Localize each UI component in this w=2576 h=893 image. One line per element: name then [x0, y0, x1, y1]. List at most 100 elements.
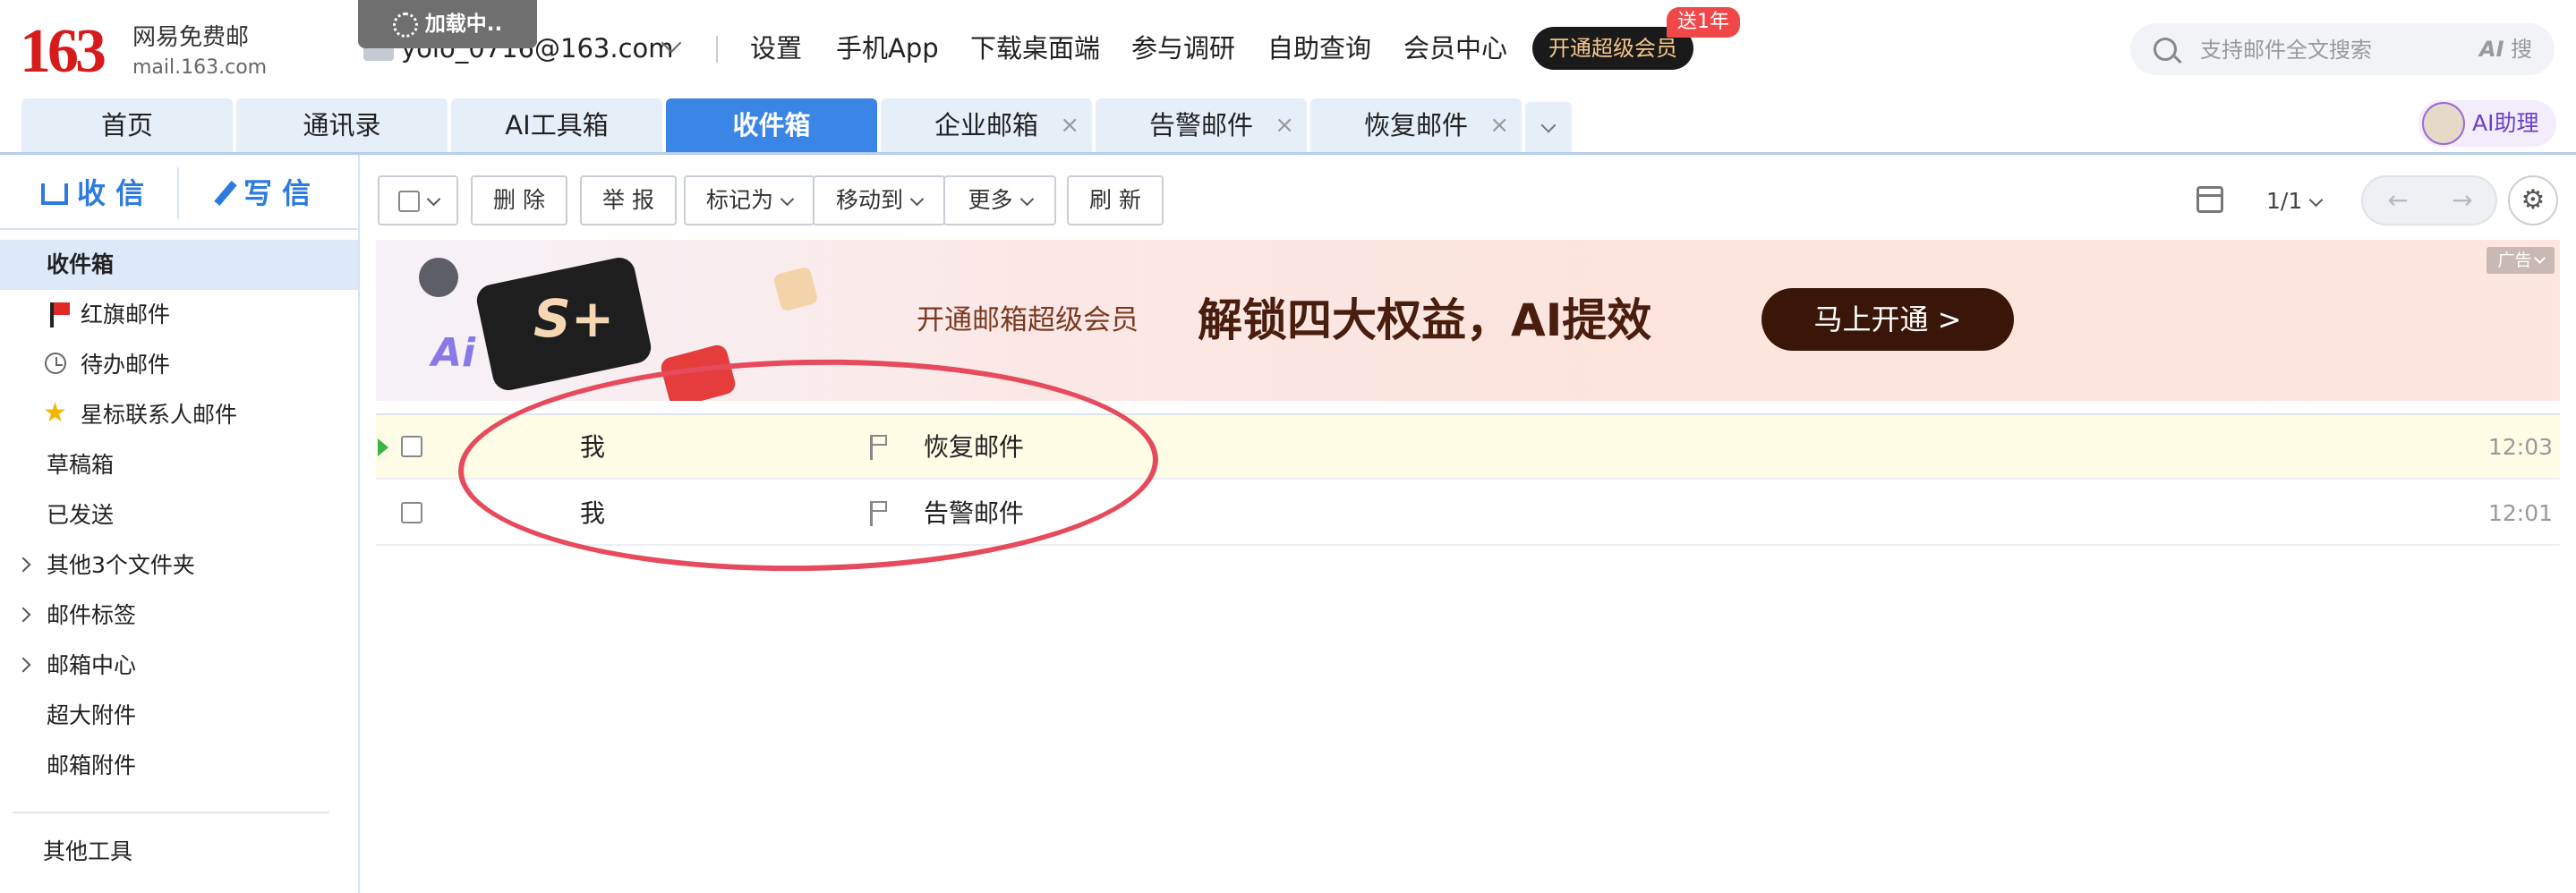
- sidebar-item-starred[interactable]: ★ 星标联系人邮件: [0, 390, 358, 440]
- red-flag-icon: [50, 302, 70, 327]
- sidebar-item-label: 超大附件: [47, 702, 137, 728]
- logo-domain: mail.163.com: [132, 56, 268, 79]
- divider: [177, 167, 179, 219]
- settings-link[interactable]: 设置: [750, 30, 802, 66]
- chevron-right-icon: [15, 607, 31, 623]
- sidebar-item-label: 草稿箱: [47, 452, 115, 478]
- sidebar-item-mailbox-attachments[interactable]: 邮箱附件: [0, 741, 358, 791]
- tab-inbox[interactable]: 收件箱: [666, 98, 877, 152]
- mark-as-label: 标记为: [705, 187, 773, 213]
- mail-time: 12:03: [2487, 434, 2553, 460]
- sidebar-item-mail-tags[interactable]: 邮件标签: [0, 591, 358, 641]
- ai-search-button[interactable]: AI 搜: [2479, 36, 2532, 63]
- sidebar-item-todo[interactable]: 待办邮件: [0, 340, 358, 390]
- pen-icon: [214, 180, 237, 207]
- clock-icon: [45, 353, 66, 374]
- top-bar: 163 网易免费邮 mail.163.com yolo_0716@163.com…: [0, 0, 2576, 100]
- close-icon[interactable]: ×: [1275, 98, 1294, 152]
- mail-checkbox[interactable]: [401, 436, 422, 457]
- mark-as-dropdown[interactable]: 标记为: [684, 175, 815, 225]
- more-dropdown[interactable]: 更多: [943, 175, 1056, 225]
- survey-link[interactable]: 参与调研: [1131, 30, 1235, 66]
- self-service-link[interactable]: 自助查询: [1267, 30, 1371, 66]
- ai-search-prefix: AI: [2479, 37, 2504, 62]
- sidebar-item-red-flag[interactable]: 红旗邮件: [0, 290, 358, 340]
- tab-label: 首页: [100, 110, 153, 140]
- report-button[interactable]: 举 报: [580, 175, 677, 225]
- tab-ai-toolbox[interactable]: AI工具箱: [451, 98, 662, 152]
- page-nav: ← →: [2361, 175, 2497, 225]
- tab-label: 企业邮箱: [934, 110, 1038, 140]
- search-icon: [2154, 38, 2177, 61]
- ad-tag[interactable]: 广告: [2486, 247, 2555, 274]
- sidebar-item-label: 邮箱附件: [47, 753, 137, 778]
- sidebar-item-other-tools[interactable]: 其他工具: [0, 827, 358, 877]
- inbox-download-icon: [41, 183, 68, 205]
- select-all-checkbox[interactable]: [397, 191, 420, 212]
- spinner-icon: [392, 12, 418, 38]
- unread-indicator-icon: [378, 438, 388, 456]
- sidebar-item-sent[interactable]: 已发送: [0, 490, 358, 540]
- page-indicator: 1/1: [2266, 188, 2303, 214]
- move-to-label: 移动到: [835, 187, 903, 213]
- sidebar-item-mailbox-center[interactable]: 邮箱中心: [0, 641, 358, 691]
- desktop-download-link[interactable]: 下载桌面端: [970, 30, 1100, 66]
- vip-badge: 送1年: [1667, 7, 1740, 38]
- search-box[interactable]: AI 搜: [2130, 23, 2555, 77]
- mail-time: 12:01: [2487, 500, 2553, 526]
- sidebar-item-drafts[interactable]: 草稿箱: [0, 440, 358, 490]
- prev-page-button[interactable]: ←: [2367, 183, 2429, 218]
- tab-overflow-chevron-icon[interactable]: [1525, 102, 1572, 152]
- close-icon[interactable]: ×: [1489, 98, 1509, 152]
- mail-checkbox[interactable]: [401, 502, 422, 523]
- tab-alert-mail[interactable]: 告警邮件 ×: [1096, 98, 1307, 152]
- tab-home[interactable]: 首页: [21, 98, 233, 152]
- logo-number[interactable]: 163: [20, 16, 107, 88]
- next-page-button[interactable]: →: [2431, 183, 2494, 218]
- sidebar-item-large-attachments[interactable]: 超大附件: [0, 691, 358, 741]
- close-icon[interactable]: ×: [1060, 98, 1079, 152]
- sidebar: 收 信 写 信 收件箱 红旗邮件 待办邮件 ★ 星标联系人邮件 草稿箱 已发送 其…: [0, 155, 360, 893]
- member-center-link[interactable]: 会员中心: [1403, 30, 1507, 66]
- page-selector[interactable]: 1/1: [2266, 186, 2324, 217]
- sidebar-item-label: 邮箱中心: [47, 652, 137, 678]
- logo-name: 网易免费邮: [132, 24, 250, 51]
- ad-tag-label: 广告: [2497, 251, 2532, 270]
- select-all-dropdown[interactable]: [378, 175, 458, 225]
- tab-label: 收件箱: [732, 110, 811, 140]
- loading-text: 加载中..: [424, 13, 503, 36]
- mobile-app-link[interactable]: 手机App: [836, 30, 939, 66]
- chevron-down-icon: [780, 191, 795, 207]
- divider: [0, 228, 358, 230]
- coin-icon: [772, 266, 819, 312]
- chevron-down-icon: [909, 191, 925, 207]
- compose-label: 写 信: [243, 176, 311, 210]
- open-now-button[interactable]: 马上开通 >: [1761, 288, 2014, 351]
- chevron-down-icon: [426, 191, 440, 207]
- sidebar-item-label: 其他3个文件夹: [47, 552, 195, 578]
- receive-button[interactable]: 收 信: [41, 166, 144, 221]
- delete-button[interactable]: 删 除: [471, 175, 567, 225]
- divider: [13, 812, 329, 813]
- loading-indicator: 加载中..: [358, 0, 537, 48]
- chevron-down-icon: [2533, 252, 2546, 264]
- search-input[interactable]: [2198, 23, 2470, 77]
- s-plus-icon: S+: [533, 288, 615, 349]
- calendar-icon[interactable]: [2196, 186, 2223, 213]
- divider: [716, 36, 718, 63]
- compose-button[interactable]: 写 信: [214, 166, 311, 221]
- tab-contacts[interactable]: 通讯录: [236, 98, 448, 152]
- tab-recovery-mail[interactable]: 恢复邮件 ×: [1310, 98, 1522, 152]
- sidebar-item-label: 星标联系人邮件: [81, 402, 238, 428]
- tab-underline: [0, 152, 2576, 155]
- tab-enterprise-mail[interactable]: 企业邮箱 ×: [881, 98, 1092, 152]
- ai-assistant-button[interactable]: AI助理: [2418, 100, 2556, 147]
- chevron-right-icon: [15, 657, 31, 673]
- refresh-button[interactable]: 刷 新: [1067, 175, 1164, 225]
- sidebar-item-label: 红旗邮件: [81, 302, 171, 327]
- sidebar-item-inbox[interactable]: 收件箱: [0, 240, 358, 290]
- chevron-down-icon: [1019, 191, 1034, 207]
- move-to-dropdown[interactable]: 移动到: [813, 175, 945, 225]
- sidebar-item-other-folders[interactable]: 其他3个文件夹: [0, 540, 358, 591]
- settings-button[interactable]: ⚙: [2508, 175, 2558, 225]
